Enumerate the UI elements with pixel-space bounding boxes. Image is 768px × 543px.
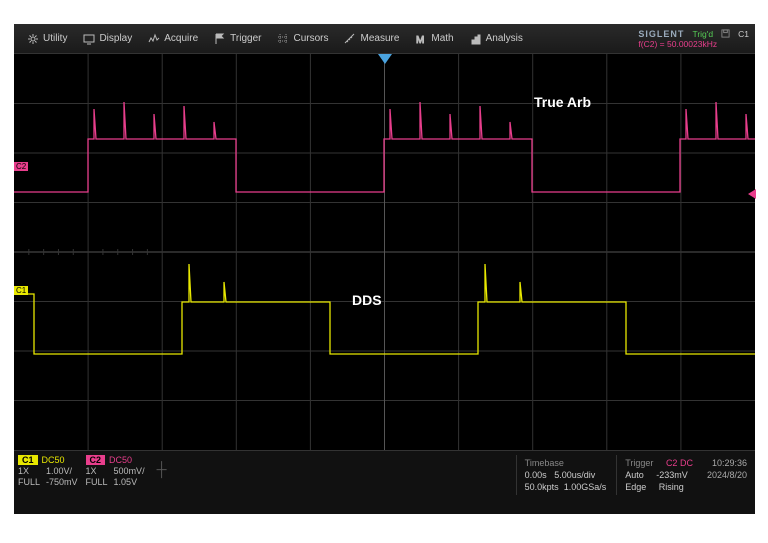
- ch1-tag: C1: [18, 455, 38, 465]
- analysis-icon: [470, 33, 482, 45]
- oscilloscope-frame: Utility Display Acquire Trigger Cursors …: [14, 24, 755, 514]
- save-icon[interactable]: [721, 29, 730, 38]
- menu-label: Analysis: [486, 33, 523, 44]
- menu-math[interactable]: M Math: [408, 31, 460, 47]
- active-channel: C1: [738, 29, 749, 39]
- ch2-bw: FULL: [86, 477, 108, 487]
- frequency-readout: f(C2) = 50.00023kHz: [638, 39, 717, 49]
- ch1-probe: 1X: [18, 466, 29, 476]
- header-status: SIGLENT Trig'd C1 f(C2) = 50.00023kHz: [638, 24, 749, 53]
- timebase-panel[interactable]: Timebase 0.00s 5.00us/div 50.0kpts 1.00G…: [516, 455, 615, 495]
- menu-bar: Utility Display Acquire Trigger Cursors …: [14, 24, 755, 54]
- trigger-status: Trig'd: [692, 29, 713, 39]
- trigger-label: Trigger: [625, 458, 653, 468]
- ch2-probe: 1X: [86, 466, 97, 476]
- menu-label: Acquire: [164, 33, 198, 44]
- ticks: [14, 54, 755, 450]
- menu-label: Utility: [43, 33, 67, 44]
- ch1-offset: -750mV: [46, 477, 78, 487]
- trigger-level: -233mV: [656, 470, 688, 480]
- ch1-coupling: DC50: [42, 455, 65, 465]
- channel-info-panel: C1 DC50 1XFULL 1.00V/-750mV C2 DC50 1XFU…: [18, 455, 167, 514]
- flag-icon: [214, 33, 226, 45]
- channel-2-info[interactable]: C2 DC50 1XFULL 500mV/1.05V: [86, 455, 145, 488]
- datetime-panel: 10:29:36 2024/8/20: [703, 455, 751, 483]
- svg-text:M: M: [416, 35, 424, 45]
- ch2-tag: C2: [86, 455, 106, 465]
- menu-label: Math: [431, 33, 453, 44]
- menu-label: Display: [99, 33, 132, 44]
- timebase-delay: 0.00s: [525, 470, 547, 480]
- timebase-rate: 1.00GSa/s: [564, 482, 607, 492]
- waveform-display[interactable]: C2 C1 True Arb DDS: [14, 54, 755, 450]
- channel-1-info[interactable]: C1 DC50 1XFULL 1.00V/-750mV: [18, 455, 78, 488]
- menu-acquire[interactable]: Acquire: [141, 31, 205, 47]
- trigger-panel[interactable]: Trigger C2 DC Auto -233mV Edge Rising: [616, 455, 701, 495]
- ch1-bw: FULL: [18, 477, 40, 487]
- timebase-label: Timebase: [525, 457, 607, 469]
- time-value: 10:29:36: [707, 457, 747, 469]
- cursors-icon: [277, 33, 289, 45]
- trigger-mode: Auto: [625, 470, 644, 480]
- trigger-source: C2 DC: [666, 458, 693, 468]
- display-icon: [83, 33, 95, 45]
- trigger-edge: Edge: [625, 482, 646, 492]
- menu-label: Measure: [360, 33, 399, 44]
- timebase-scale: 5.00us/div: [554, 470, 595, 480]
- ch2-offset: 1.05V: [114, 477, 138, 487]
- gear-icon: [27, 33, 39, 45]
- ch1-scale: 1.00V/: [46, 466, 72, 476]
- ch2-coupling: DC50: [109, 455, 132, 465]
- ruler-icon: [344, 33, 356, 45]
- cross-icon: ┼: [157, 461, 167, 477]
- brand-label: SIGLENT: [638, 29, 684, 39]
- menu-utility[interactable]: Utility: [20, 31, 74, 47]
- menu-label: Trigger: [230, 33, 261, 44]
- menu-measure[interactable]: Measure: [337, 31, 406, 47]
- menu-display[interactable]: Display: [76, 31, 139, 47]
- acquire-icon: [148, 33, 160, 45]
- trigger-slope: Rising: [659, 482, 684, 492]
- menu-trigger[interactable]: Trigger: [207, 31, 268, 47]
- ch2-scale: 500mV/: [114, 466, 145, 476]
- menu-label: Cursors: [293, 33, 328, 44]
- math-icon: M: [415, 33, 427, 45]
- status-bar: C1 DC50 1XFULL 1.00V/-750mV C2 DC50 1XFU…: [14, 450, 755, 514]
- timebase-points: 50.0kpts: [525, 482, 559, 492]
- menu-cursors[interactable]: Cursors: [270, 31, 335, 47]
- date-value: 2024/8/20: [707, 469, 747, 481]
- menu-analysis[interactable]: Analysis: [463, 31, 530, 47]
